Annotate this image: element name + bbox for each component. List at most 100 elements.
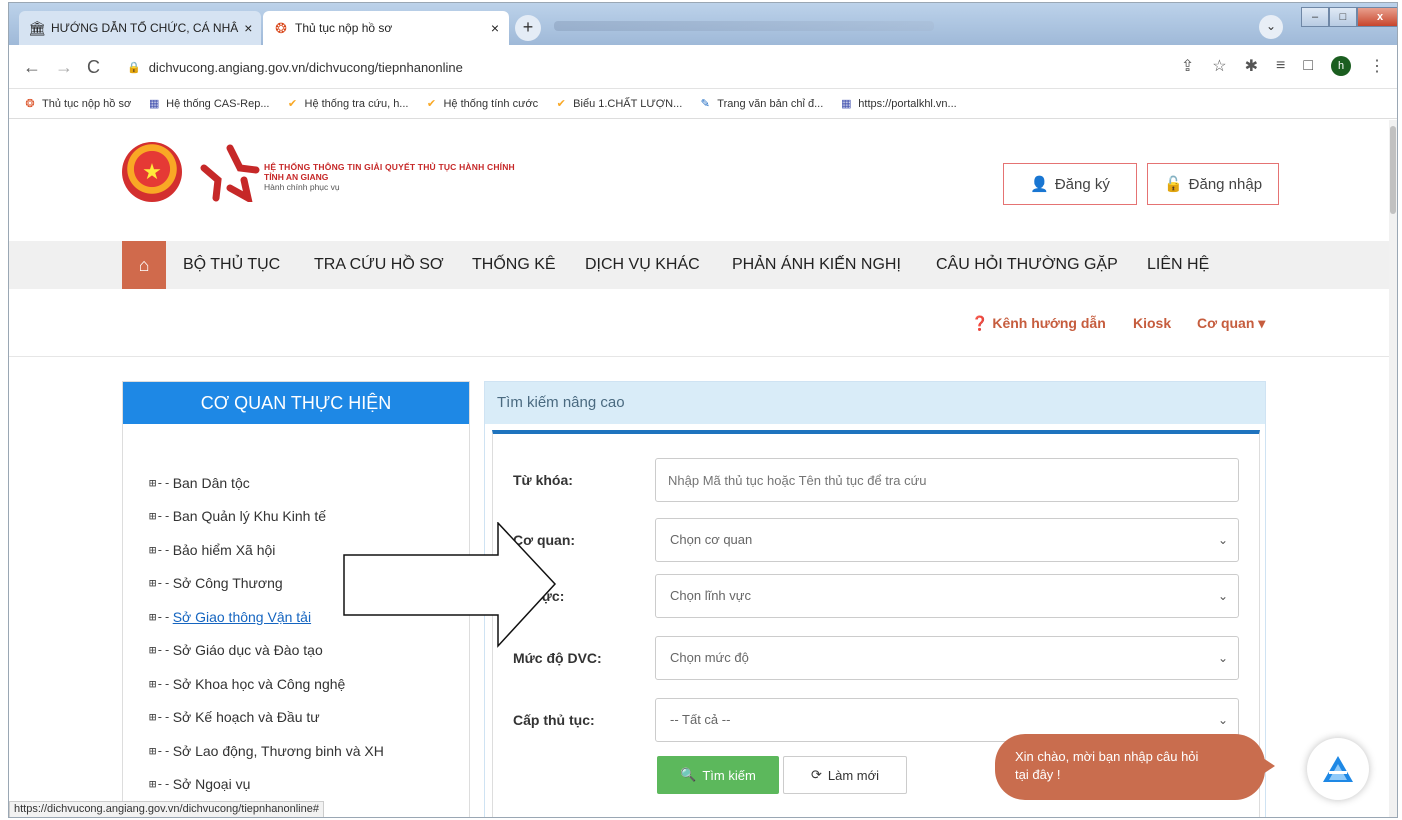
divider (9, 356, 1391, 357)
menu-lookup[interactable]: TRA CỨU HỒ SƠ (314, 241, 444, 289)
tab-guide[interactable]: 🏛 HƯỚNG DẪN TỔ CHỨC, CÁ NHÂ × (19, 11, 261, 45)
expand-icon[interactable]: ⊞-- (149, 610, 171, 624)
reset-button-label: Làm mới (827, 767, 880, 783)
agency-dropdown[interactable]: Cơ quan ▾ (1197, 315, 1265, 332)
expand-icon[interactable]: ⊞-- (149, 643, 171, 657)
address-bar: ← → C 🔒 dichvucong.angiang.gov.vn/dichvu… (9, 45, 1397, 89)
scrollbar-thumb[interactable] (1390, 126, 1396, 214)
search-button[interactable]: 🔍 Tìm kiếm (657, 756, 779, 794)
forward-icon[interactable]: → (55, 57, 73, 78)
favicon-icon: ❂ (25, 98, 35, 110)
site-logo[interactable]: ★ HỆ THỐNG THÔNG TIN GIẢI QUYẾT THỦ TỤC … (122, 142, 515, 202)
status-url: https://dichvucong.angiang.gov.vn/dichvu… (14, 803, 319, 815)
tier-select-value: -- Tất cả -- (670, 712, 731, 727)
bookmark-label: Trang văn bản chỉ đ... (717, 97, 824, 110)
chevron-down-icon: ⌄ (1217, 651, 1228, 665)
guide-link[interactable]: ❓ Kênh hướng dẫn (971, 315, 1106, 332)
bookmark-item[interactable]: ✔ Hệ thống tính cước (424, 97, 538, 111)
level-select[interactable]: Chọn mức độ ⌄ (655, 636, 1239, 680)
home-icon[interactable]: ⌂ (122, 241, 166, 289)
tree-item-label: Sở Ngoại vụ (172, 776, 251, 793)
share-icon[interactable]: ⇪ (1181, 56, 1194, 76)
tree-item[interactable]: ⊞-- Sở Ngoại vụ (149, 768, 469, 802)
expand-icon[interactable]: ⊞-- (149, 744, 171, 758)
expand-icon[interactable]: ⊞-- (149, 543, 171, 557)
close-window-icon[interactable]: x (1357, 7, 1397, 27)
menu-faq[interactable]: CÂU HỎI THƯỜNG GẶP (936, 241, 1118, 289)
logo-text: HỆ THỐNG THÔNG TIN GIẢI QUYẾT THỦ TỤC HÀ… (264, 162, 664, 192)
tree-item[interactable]: ⊞-- Sở Khoa học và Công nghệ (149, 667, 469, 701)
side-panel-icon[interactable]: □ (1303, 57, 1313, 75)
star-logo-icon (200, 144, 260, 202)
window-title-blur (554, 21, 934, 31)
bookmark-item[interactable]: ✔ Biểu 1.CHẤT LƯỢN... (554, 97, 683, 111)
tree-item[interactable]: ⊞-- Ban Dân tộc (149, 466, 469, 500)
chatbot-button[interactable] (1307, 738, 1369, 800)
national-emblem-icon: ★ (122, 142, 182, 202)
agency-row: Cơ quan: Chọn cơ quan ⌄ (493, 518, 1259, 562)
chat-prompt[interactable]: Xin chào, mời bạn nhập câu hỏi tại đây ! (995, 734, 1275, 800)
panel-title: Tìm kiếm nâng cao (485, 382, 1265, 424)
field-select[interactable]: Chọn lĩnh vực ⌄ (655, 574, 1239, 618)
expand-icon[interactable]: ⊞-- (149, 509, 171, 523)
profile-avatar[interactable]: h (1331, 56, 1351, 76)
tree-item-label: Sở Giáo dục và Đào tạo (172, 642, 323, 659)
expand-icon[interactable]: ⊞-- (149, 777, 171, 791)
close-tab-icon[interactable]: × (244, 20, 252, 36)
reset-button[interactable]: ⟳ Làm mới (783, 756, 907, 794)
bookmark-item[interactable]: ✔ Hệ thống tra cứu, h... (286, 97, 409, 111)
logo-line-3: Hành chính phục vụ (264, 182, 340, 192)
tree-item-label: Sở Lao động, Thương binh và XH (172, 742, 384, 759)
bookmark-label: Biểu 1.CHẤT LƯỢN... (573, 97, 683, 110)
tab-bar: 🏛 HƯỚNG DẪN TỔ CHỨC, CÁ NHÂ × ❂ Thủ tục … (9, 3, 1397, 45)
minimize-icon[interactable]: – (1301, 7, 1329, 27)
page-icon: 🏛 (28, 19, 46, 36)
bookmark-star-icon[interactable]: ☆ (1212, 56, 1226, 76)
tree-item-label: Ban Quản lý Khu Kinh tế (172, 508, 327, 525)
tree-item[interactable]: ⊞-- Sở Kế hoạch và Đầu tư (149, 701, 469, 735)
menu-feedback[interactable]: PHẢN ÁNH KIẾN NGHỊ (732, 241, 901, 289)
bookmark-item[interactable]: ❂ Thủ tục nộp hồ sơ (23, 97, 131, 111)
keyword-row: Từ khóa: (493, 458, 1259, 502)
expand-icon[interactable]: ⊞-- (149, 710, 171, 724)
logo-line-2: TỈNH AN GIANG (264, 172, 329, 182)
bookmark-item[interactable]: ✎ Trang văn bản chỉ đ... (698, 97, 824, 111)
maximize-icon[interactable]: □ (1329, 7, 1357, 27)
bookmark-label: Thủ tục nộp hồ sơ (42, 97, 132, 110)
keyword-label: Từ khóa: (513, 472, 573, 488)
tab-search-icon[interactable]: ⌄ (1259, 15, 1283, 39)
reading-list-icon[interactable]: ≡ (1276, 57, 1285, 75)
menu-statistics[interactable]: THỐNG KÊ (472, 241, 556, 289)
menu-icon[interactable]: ⋮ (1369, 56, 1385, 76)
back-icon[interactable]: ← (23, 57, 41, 78)
panel-title: CƠ QUAN THỰC HIỆN (123, 382, 469, 424)
url-field[interactable]: 🔒 dichvucong.angiang.gov.vn/dichvucong/t… (127, 55, 463, 79)
tree-item-label: Sở Kế hoạch và Đầu tư (172, 709, 320, 726)
new-tab-button[interactable]: + (515, 15, 541, 41)
expand-icon[interactable]: ⊞-- (149, 576, 171, 590)
close-tab-icon[interactable]: × (491, 20, 499, 36)
menu-other-services[interactable]: DỊCH VỤ KHÁC (585, 241, 700, 289)
reload-icon[interactable]: C (87, 57, 100, 78)
tree-item[interactable]: ⊞-- Sở Lao động, Thương binh và XH (149, 734, 469, 768)
register-button[interactable]: 👤 Đăng ký (1003, 163, 1137, 205)
kiosk-link[interactable]: Kiosk (1133, 315, 1171, 331)
bookmark-item[interactable]: ▦ https://portalkhl.vn... (839, 97, 957, 111)
menu-contact[interactable]: LIÊN HỆ (1147, 241, 1209, 289)
tree-item-label[interactable]: Sở Giao thông Vận tải (173, 609, 311, 625)
bookmark-item[interactable]: ▦ Hệ thống CAS-Rep... (147, 97, 270, 111)
expand-icon[interactable]: ⊞-- (149, 476, 171, 490)
agency-select[interactable]: Chọn cơ quan ⌄ (655, 518, 1239, 562)
login-button[interactable]: 🔓 Đăng nhập (1147, 163, 1279, 205)
grid-icon: ▦ (841, 98, 852, 110)
chatbot-logo-icon (1323, 756, 1353, 782)
keyword-input[interactable] (655, 458, 1239, 502)
menu-procedures[interactable]: BỘ THỦ TỤC (183, 241, 280, 289)
expand-icon[interactable]: ⊞-- (149, 677, 171, 691)
extensions-icon[interactable]: ✱ (1245, 56, 1258, 76)
page-content: ★ HỆ THỐNG THÔNG TIN GIẢI QUYẾT THỦ TỤC … (9, 120, 1391, 817)
tab-active[interactable]: ❂ Thủ tục nộp hồ sơ × (263, 11, 509, 45)
bookmark-label: Hệ thống CAS-Rep... (166, 97, 270, 110)
vertical-scrollbar[interactable] (1389, 120, 1397, 817)
tier-label: Cấp thủ tục: (513, 712, 595, 728)
